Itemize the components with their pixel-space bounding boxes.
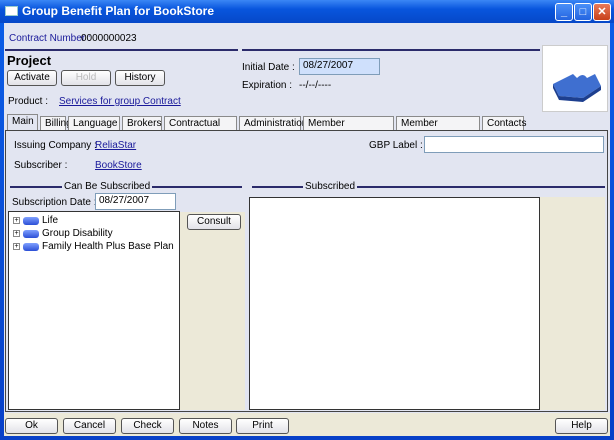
consult-button[interactable]: Consult xyxy=(187,214,241,230)
subscriber-link[interactable]: BookStore xyxy=(95,160,142,171)
initial-date-label: Initial Date : xyxy=(242,62,295,73)
contract-number: 0000000023 xyxy=(81,33,137,44)
coverage-tree[interactable]: + Life + Group Disability + Family Health P… xyxy=(8,211,180,410)
tab-language[interactable]: Language xyxy=(68,116,120,131)
tree-item-label: Family Health Plus Base Plan xyxy=(42,241,174,252)
check-button[interactable]: Check xyxy=(121,418,174,434)
puzzle-icon xyxy=(23,242,39,251)
puzzle-icon xyxy=(553,74,601,102)
tab-contacts[interactable]: Contacts xyxy=(482,116,526,131)
puzzle-icon xyxy=(23,216,39,225)
button-area xyxy=(180,212,245,410)
expiration-label: Expiration : xyxy=(242,80,293,91)
cancel-button[interactable]: Cancel xyxy=(63,418,116,434)
print-button[interactable]: Print xyxy=(236,418,289,434)
subscribed-heading: Subscribed xyxy=(303,181,358,192)
tree-item[interactable]: + Group Disability xyxy=(13,228,113,239)
close-button[interactable]: ✕ xyxy=(593,3,611,21)
section-title: Project xyxy=(7,53,52,68)
initial-date-field[interactable]: 08/27/2007 xyxy=(299,58,380,75)
tab-administration[interactable]: Administration xyxy=(239,116,307,131)
subscribed-side-area xyxy=(540,197,605,410)
product-label: Product : xyxy=(8,96,49,107)
tab-contractual-data[interactable]: Contractual Data xyxy=(164,116,237,141)
issuing-company-link[interactable]: ReliaStar xyxy=(95,140,136,151)
puzzle-logo xyxy=(542,45,608,112)
notes-button[interactable]: Notes xyxy=(179,418,232,434)
subscribed-list[interactable] xyxy=(249,197,540,410)
ok-button[interactable]: Ok xyxy=(5,418,58,434)
tab-brokers[interactable]: Brokers xyxy=(122,116,162,131)
tree-item-label: Group Disability xyxy=(42,228,113,239)
history-button[interactable]: History xyxy=(115,70,165,86)
can-be-subscribed-heading: Can Be Subscribed xyxy=(62,181,153,192)
issuing-company-label: Issuing Company : xyxy=(14,140,97,151)
product-link[interactable]: Services for group Contract xyxy=(59,96,181,107)
subscription-date-field[interactable]: 08/27/2007 xyxy=(95,193,176,210)
expand-icon[interactable]: + xyxy=(13,217,20,224)
expand-icon[interactable]: + xyxy=(13,243,20,250)
activate-button[interactable]: Activate xyxy=(7,70,57,86)
help-button[interactable]: Help xyxy=(555,418,608,434)
app-icon xyxy=(5,6,18,16)
expiration-value: --/--/---- xyxy=(299,80,332,91)
divider xyxy=(242,49,540,51)
tab-member-coverages[interactable]: Member Coverages xyxy=(396,116,480,141)
tree-item[interactable]: + Family Health Plus Base Plan xyxy=(13,241,174,252)
subscriber-label: Subscriber : xyxy=(14,160,68,171)
maximize-button[interactable]: □ xyxy=(574,3,592,21)
contract-number-label: Contract Number : xyxy=(9,33,91,44)
hold-button: Hold xyxy=(61,70,111,86)
minimize-button[interactable]: _ xyxy=(555,3,573,21)
window: Group Benefit Plan for BookStore _ □ ✕ C… xyxy=(0,0,614,440)
tree-item[interactable]: + Life xyxy=(13,215,58,226)
gbp-label-input[interactable] xyxy=(424,136,604,153)
tree-item-label: Life xyxy=(42,215,59,226)
divider xyxy=(5,49,238,51)
tab-member-management[interactable]: Member Management xyxy=(303,116,394,141)
title-bar[interactable]: Group Benefit Plan for BookStore _ □ ✕ xyxy=(0,0,614,23)
tab-billing[interactable]: Billing xyxy=(40,116,72,131)
tab-main[interactable]: Main xyxy=(7,114,38,130)
gbp-label: GBP Label : xyxy=(369,140,423,151)
window-title: Group Benefit Plan for BookStore xyxy=(22,4,215,18)
puzzle-icon xyxy=(23,229,39,238)
expand-icon[interactable]: + xyxy=(13,230,20,237)
subscription-date-label: Subscription Date : xyxy=(12,197,97,208)
